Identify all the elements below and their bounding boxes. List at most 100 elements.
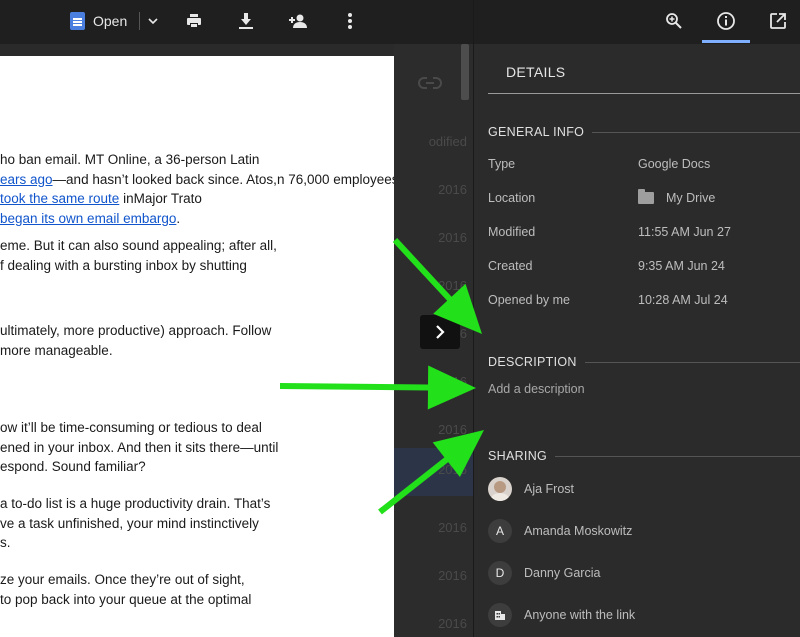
text-run: ened in your inbox. And then it sits the…	[0, 439, 279, 455]
type-label: Type	[488, 157, 516, 171]
google-docs-icon	[70, 12, 85, 30]
list-item-date: 2016	[438, 182, 467, 197]
zoom-in-icon[interactable]	[657, 6, 691, 36]
text-run: ze your emails. Once they’re out of sigh…	[0, 572, 245, 587]
text-run: in	[119, 191, 134, 206]
scrollbar-thumb[interactable]	[461, 44, 469, 100]
divider	[488, 93, 800, 94]
chevron-down-icon[interactable]	[148, 16, 158, 26]
print-icon[interactable]	[180, 8, 208, 34]
document-preview-page: ho ban email. MT Online, a 36-person Lat…	[0, 56, 394, 637]
download-icon[interactable]	[232, 8, 260, 34]
opened-by-me-label: Opened by me	[488, 293, 570, 307]
paragraph-1: ho ban email. MT Online, a 36-person Lat…	[0, 150, 394, 228]
text-run: ultimately, more productive) approach. F…	[0, 323, 272, 338]
list-item: 2016	[394, 264, 473, 312]
modified-label: Modified	[488, 225, 536, 239]
share-person-name: Aja Frost	[524, 482, 575, 496]
more-vert-icon[interactable]	[336, 8, 364, 34]
paragraph-5: a to-do list is a huge productivity drai…	[0, 494, 394, 553]
text-run: more manageable.	[0, 342, 113, 358]
inline-link[interactable]: took the same route	[0, 191, 119, 206]
text-run: ve a task unfinished, your mind instinct…	[0, 515, 259, 531]
section-heading-label: GENERAL INFO	[488, 125, 585, 139]
text-run: ho ban email. MT Online, a 36-person Lat…	[0, 152, 260, 167]
viewer-toolbar: Open	[0, 0, 473, 44]
text-run: —and hasn’t looked back since. Atos,	[52, 171, 277, 187]
inline-link[interactable]: began its own email embargo	[0, 211, 176, 226]
link-icon	[418, 77, 442, 89]
share-person-name: Amanda Moskowitz	[524, 524, 633, 538]
text-run: Major Trato	[133, 191, 202, 206]
location-value[interactable]: My Drive	[638, 189, 716, 205]
share-link-label: Anyone with the link	[524, 608, 636, 622]
list-item: 2016	[394, 360, 473, 408]
paragraph-6: ze your emails. Once they’re out of sigh…	[0, 570, 394, 609]
opened-by-me-value: 10:28 AM Jul 24	[638, 293, 728, 307]
panel-title: DETAILS	[506, 64, 566, 80]
toolbar-divider	[139, 12, 141, 30]
share-person-row[interactable]: Aja Frost	[488, 477, 574, 501]
location-label: Location	[488, 191, 536, 205]
add-person-icon[interactable]	[284, 8, 312, 34]
location-name: My Drive	[666, 191, 716, 205]
text-run: eme. But it can also sound appealing; af…	[0, 238, 277, 253]
list-item-date: 2016	[438, 520, 467, 535]
general-info-heading: GENERAL INFO	[488, 125, 800, 139]
list-item: 2016	[394, 602, 473, 637]
text-run: .	[176, 210, 181, 226]
share-link-row[interactable]: Anyone with the link	[488, 603, 635, 627]
text-run: f dealing with a bursting inbox by shutt…	[0, 257, 247, 273]
list-item: 2016	[394, 554, 473, 602]
next-file-button[interactable]	[420, 315, 460, 349]
list-item-date: 2016	[438, 374, 467, 389]
section-heading-label: SHARING	[488, 449, 548, 463]
text-run: espond. Sound familiar?	[0, 459, 146, 474]
list-item-date: 2016	[438, 462, 467, 477]
list-item-date: 2016	[438, 568, 467, 583]
avatar	[488, 477, 512, 501]
list-item: 2016	[394, 168, 473, 216]
list-item-modified: odified	[428, 134, 467, 149]
created-label: Created	[488, 259, 533, 273]
open-button-label: Open	[93, 13, 128, 29]
list-item-date: 2016	[438, 230, 467, 245]
paragraph-2: eme. But it can also sound appealing; af…	[0, 236, 394, 275]
type-value: Google Docs	[638, 157, 711, 171]
building-icon	[488, 603, 512, 627]
list-item: odified	[394, 120, 473, 168]
open-in-new-icon[interactable]	[761, 6, 795, 36]
text-run: ow it’ll be time-consuming or tedious to…	[0, 420, 262, 435]
open-with-button[interactable]: Open	[70, 10, 158, 32]
modified-value: 11:55 AM Jun 27	[638, 225, 731, 239]
description-input[interactable]: Add a description	[488, 382, 585, 396]
paragraph-3: ultimately, more productive) approach. F…	[0, 321, 394, 360]
list-item-selected: 2016	[394, 448, 473, 496]
chevron-right-icon	[436, 325, 445, 339]
panel-toolbar	[474, 0, 800, 44]
description-heading: DESCRIPTION	[488, 355, 800, 369]
share-person-row[interactable]: A Amanda Moskowitz	[488, 519, 632, 543]
list-item-date: 2016	[438, 278, 467, 293]
share-person-row[interactable]: D Danny Garcia	[488, 561, 600, 585]
list-item: 2016	[394, 506, 473, 554]
text-run: s.	[0, 535, 11, 550]
paragraph-4: ow it’ll be time-consuming or tedious to…	[0, 418, 394, 477]
text-run: to pop back into your queue at the optim…	[0, 591, 252, 607]
list-item-date: 2016	[438, 616, 467, 631]
text-run: a to-do list is a huge productivity drai…	[0, 496, 271, 511]
sharing-heading: SHARING	[488, 449, 800, 463]
info-icon[interactable]	[709, 6, 743, 36]
inline-link[interactable]: ears ago	[0, 172, 53, 187]
created-value: 9:35 AM Jun 24	[638, 259, 725, 273]
folder-icon	[638, 189, 654, 204]
list-item-date: 2016	[438, 422, 467, 437]
avatar: A	[488, 519, 512, 543]
share-person-name: Danny Garcia	[524, 566, 601, 580]
avatar: D	[488, 561, 512, 585]
details-panel: DETAILS GENERAL INFO Type Google Docs Lo…	[473, 0, 800, 637]
active-tab-indicator	[702, 40, 750, 43]
list-item: 2016	[394, 216, 473, 264]
section-heading-label: DESCRIPTION	[488, 355, 577, 369]
text-run: n 76,000 employees,	[276, 171, 394, 187]
